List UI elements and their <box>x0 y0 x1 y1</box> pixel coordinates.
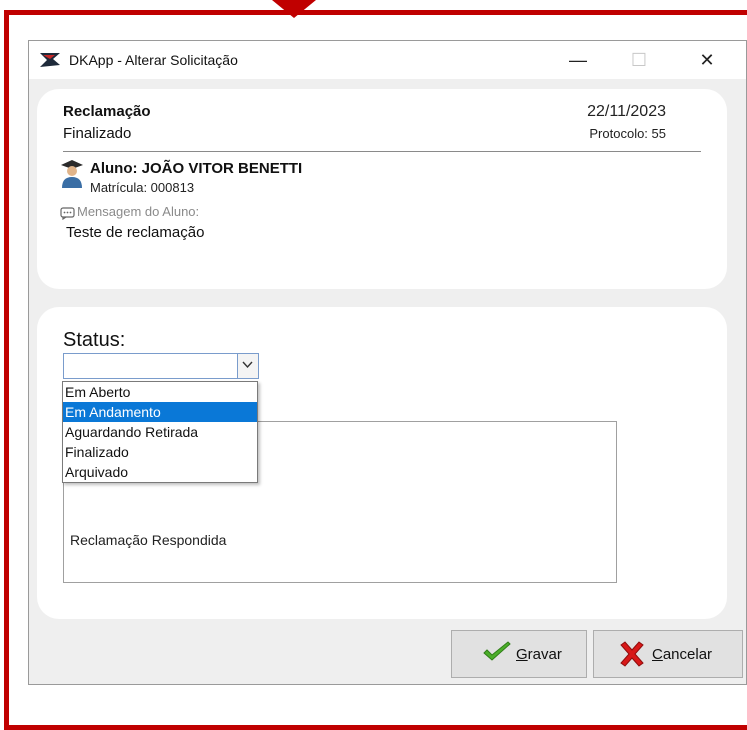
app-logo-icon <box>40 53 60 67</box>
status-dropdown-list[interactable]: Em Aberto Em Andamento Aguardando Retirada… <box>62 381 258 483</box>
request-type: Reclamação <box>63 103 151 120</box>
response-text: Reclamação Respondida <box>70 532 227 548</box>
checkmark-icon <box>483 641 511 661</box>
minimize-button[interactable]: — <box>548 41 608 79</box>
status-option[interactable]: Arquivado <box>63 462 257 482</box>
title-bar[interactable]: DKApp - Alterar Solicitação — ☐ ✕ <box>29 41 746 79</box>
request-protocol: Protocolo: 55 <box>589 126 666 141</box>
annotation-arrow <box>272 0 316 18</box>
close-button[interactable]: ✕ <box>677 41 737 79</box>
status-option[interactable]: Em Andamento <box>63 402 257 422</box>
status-select[interactable] <box>63 353 259 379</box>
maximize-button[interactable]: ☐ <box>609 41 669 79</box>
save-button[interactable]: Gravar <box>451 630 587 678</box>
cancel-x-icon <box>620 641 644 667</box>
cancel-button[interactable]: Cancelar <box>593 630 743 678</box>
window-title: DKApp - Alterar Solicitação <box>69 52 238 68</box>
request-state: Finalizado <box>63 125 132 142</box>
student-registration: Matrícula: 000813 <box>90 180 195 195</box>
request-info-panel: Reclamação Finalizado 22/11/2023 Protoco… <box>37 89 727 289</box>
student-name: Aluno: JOÃO VITOR BENETTI <box>90 160 303 177</box>
dialog-window: DKApp - Alterar Solicitação — ☐ ✕ Reclam… <box>28 40 747 685</box>
status-select-button[interactable] <box>237 354 258 378</box>
status-option[interactable]: Em Aberto <box>63 382 257 402</box>
message-label: Mensagem do Aluno: <box>77 204 200 219</box>
request-date: 22/11/2023 <box>587 103 666 120</box>
student-message: Teste de reclamação <box>66 224 205 241</box>
status-option[interactable]: Finalizado <box>63 442 257 462</box>
student-graduate-icon <box>61 160 83 188</box>
message-icon <box>60 207 75 220</box>
status-option[interactable]: Aguardando Retirada <box>63 422 257 442</box>
chevron-down-icon <box>242 361 253 369</box>
divider <box>63 151 701 152</box>
cancel-button-label: Cancelar <box>652 646 713 663</box>
save-button-label: Gravar <box>516 646 562 663</box>
status-label: Status: <box>63 329 126 351</box>
